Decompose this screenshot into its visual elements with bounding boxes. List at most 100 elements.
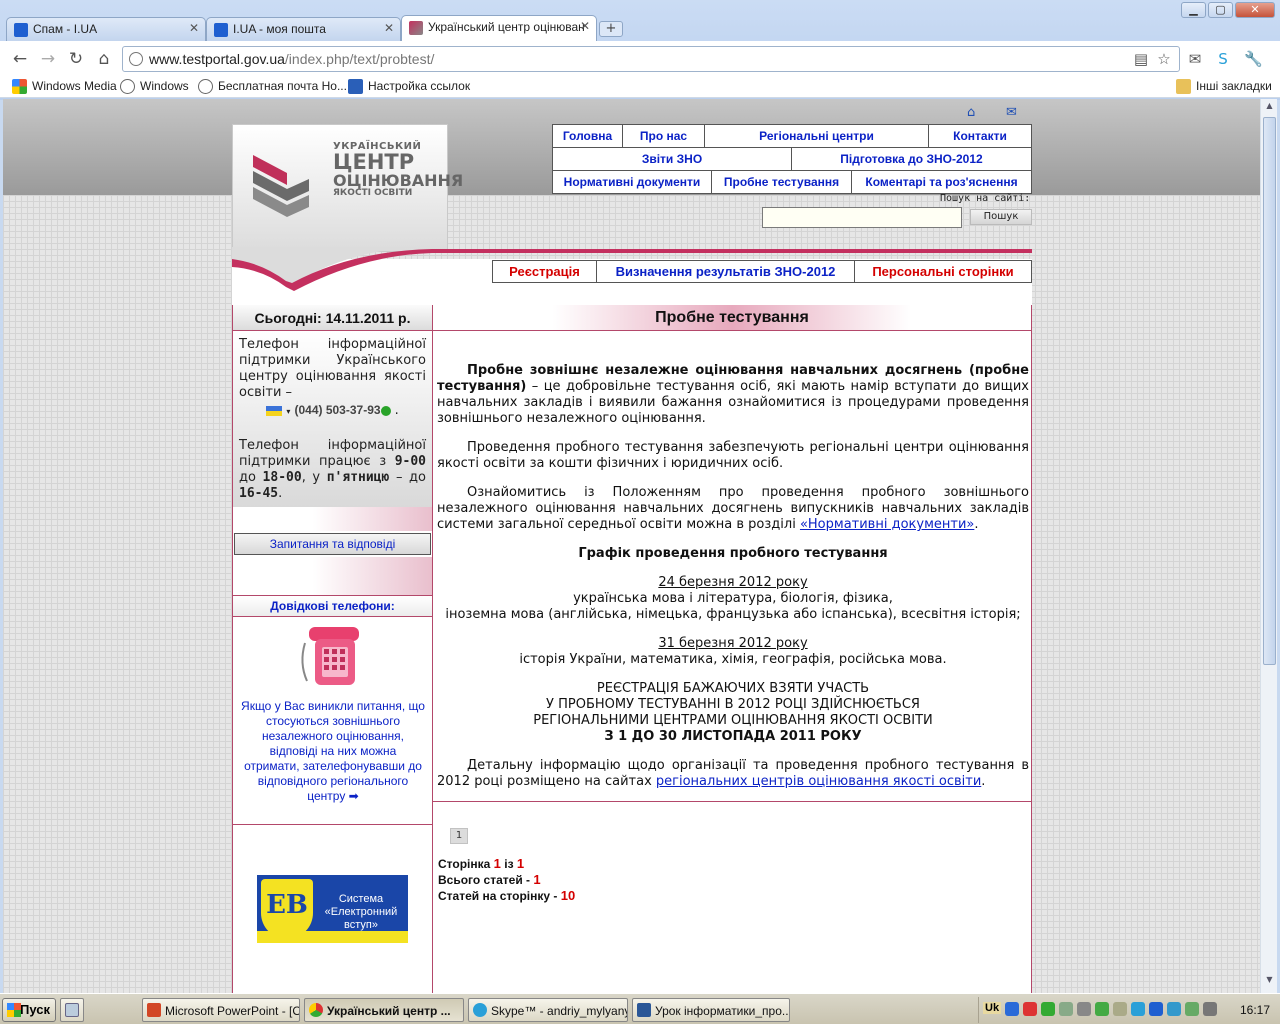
- language-indicator[interactable]: Uk: [983, 1002, 1002, 1014]
- logo-text: УКРАЇНСЬКИЙ ЦЕНТР ОЦІНЮВАННЯ ЯКОСТІ ОСВІ…: [333, 141, 464, 198]
- tab-mail[interactable]: I.UA - моя пошта ✕: [206, 17, 401, 41]
- tray-messenger-icon[interactable]: [1167, 1002, 1181, 1016]
- today-date: Сьогодні: 14.11.2011 р.: [233, 305, 432, 331]
- arrow-right-icon: ➡: [348, 789, 359, 803]
- tray-monitor-icon[interactable]: [1059, 1002, 1073, 1016]
- start-button[interactable]: Пуск: [2, 998, 56, 1022]
- nav-zno-reports[interactable]: Звіти ЗНО: [552, 147, 792, 171]
- page-action-icon[interactable]: ▤: [1132, 50, 1150, 68]
- vertical-scrollbar[interactable]: ▲ ▼: [1260, 99, 1277, 993]
- taskbar-skype[interactable]: Skype™ - andriy_mylyanyk: [468, 998, 628, 1022]
- phone-number[interactable]: (044) 503-37-93: [294, 403, 380, 417]
- mail-icon[interactable]: ✉: [1006, 105, 1017, 120]
- nav-contacts[interactable]: Контакти: [928, 124, 1032, 148]
- nav-zno-prep[interactable]: Підготовка до ЗНО-2012: [791, 147, 1032, 171]
- clock: 16:17: [1239, 1003, 1270, 1017]
- bookmark-windows-media[interactable]: Windows Media: [12, 79, 117, 94]
- close-tab-icon[interactable]: ✕: [384, 21, 394, 35]
- search-label: Пошук на сайті:: [940, 193, 1031, 204]
- support-hours: Телефон інформаційної підтримки працює з…: [239, 438, 426, 501]
- search-input[interactable]: [762, 207, 962, 228]
- main-content: Пробне тестування Пробне зовнішнє незале…: [433, 305, 1032, 993]
- article-paragraph: Ознайомитись із Положенням про проведенн…: [437, 485, 1029, 532]
- tray-pdf-icon[interactable]: [1023, 1002, 1037, 1016]
- wrench-menu-icon[interactable]: 🔧: [1244, 50, 1263, 68]
- scroll-up-icon[interactable]: ▲: [1263, 101, 1276, 115]
- gmail-checker-icon[interactable]: ✉: [1186, 50, 1204, 68]
- registration-notice: РЕЄСТРАЦІЯ БАЖАЮЧИХ ВЗЯТИ УЧАСТЬ У ПРОБН…: [533, 681, 933, 744]
- word-icon: [637, 1003, 651, 1017]
- bookmark-link-settings[interactable]: Настройка ссылок: [348, 79, 470, 94]
- close-tab-icon[interactable]: ✕: [580, 19, 590, 33]
- close-window-button[interactable]: ✕: [1235, 2, 1275, 18]
- tab-testportal[interactable]: Український центр оцінюван ✕: [401, 15, 597, 41]
- nav-trial-testing[interactable]: Пробне тестування: [711, 170, 852, 194]
- iua-favicon-icon: [214, 23, 228, 37]
- tray-iua-icon[interactable]: [1149, 1002, 1163, 1016]
- show-desktop-button[interactable]: [60, 998, 84, 1022]
- red-menu: Реєстрація Визначення результатів ЗНО-20…: [492, 260, 1032, 283]
- nav-normative-docs[interactable]: Нормативні документи: [552, 170, 712, 194]
- sidebar-separator: [233, 824, 432, 825]
- url-host: www.testportal.gov.ua: [149, 51, 285, 67]
- bookmark-windows[interactable]: Windows: [120, 79, 189, 94]
- home-icon[interactable]: ⌂: [967, 105, 975, 120]
- nav-about[interactable]: Про нас: [622, 124, 705, 148]
- scroll-thumb[interactable]: [1263, 117, 1276, 665]
- main-nav-row1: Головна Про нас Регіональні центри Конта…: [552, 124, 1032, 148]
- bookmark-star-icon[interactable]: ☆: [1155, 50, 1173, 68]
- tray-settings-icon[interactable]: [1077, 1002, 1091, 1016]
- tray-security-icon[interactable]: [1041, 1002, 1055, 1016]
- site-logo[interactable]: УКРАЇНСЬКИЙ ЦЕНТР ОЦІНЮВАННЯ ЯКОСТІ ОСВІ…: [232, 124, 464, 252]
- pagination-page[interactable]: 1: [450, 828, 468, 844]
- taskbar-chrome[interactable]: Український центр ...: [304, 998, 464, 1022]
- logo-emblem-icon: [253, 155, 309, 217]
- taskbar-word[interactable]: Урок інформатики_про...: [632, 998, 790, 1022]
- search-button[interactable]: Пошук: [970, 209, 1032, 225]
- nav-comments[interactable]: Коментарі та роз'яснення: [851, 170, 1032, 194]
- tray-usb-icon[interactable]: [1113, 1002, 1127, 1016]
- nav-zno-results[interactable]: Визначення результатів ЗНО-2012: [596, 260, 855, 283]
- left-sidebar: Сьогодні: 14.11.2011 р. Телефон інформац…: [232, 305, 433, 993]
- skype-call-icon[interactable]: [380, 405, 391, 416]
- other-bookmarks[interactable]: Інші закладки: [1176, 79, 1272, 94]
- schedule-title: Графік проведення пробного тестування: [578, 546, 888, 561]
- globe-icon: [129, 52, 143, 66]
- tray-network-icon[interactable]: [1005, 1002, 1019, 1016]
- sidebar-divider-band: [233, 557, 432, 595]
- reference-phones-text[interactable]: Якщо у Вас виникли питання, що стосуютьс…: [241, 699, 425, 804]
- browser-chrome: Спам - I.UA ✕ I.UA - моя пошта ✕ Українс…: [0, 0, 1280, 100]
- tray-vpn-icon[interactable]: [1185, 1002, 1199, 1016]
- chrome-icon: [309, 1003, 323, 1017]
- forward-icon[interactable]: →: [38, 49, 58, 69]
- nav-home[interactable]: Головна: [552, 124, 623, 148]
- tab-spam[interactable]: Спам - I.UA ✕: [6, 17, 206, 41]
- nav-regional-centers[interactable]: Регіональні центри: [704, 124, 929, 148]
- support-text: Телефон інформаційної підтримки Українсь…: [239, 337, 426, 400]
- bookmark-free-mail[interactable]: Бесплатная почта Но...: [198, 79, 347, 94]
- regional-centers-link[interactable]: регіональних центрів оцінювання якості о…: [656, 774, 981, 789]
- normative-docs-link[interactable]: «Нормативні документи»: [800, 517, 974, 532]
- close-tab-icon[interactable]: ✕: [189, 21, 199, 35]
- nav-registration[interactable]: Реєстрація: [492, 260, 597, 283]
- main-nav-row2: Звіти ЗНО Підготовка до ЗНО-2012: [552, 147, 1032, 171]
- scroll-down-icon[interactable]: ▼: [1263, 975, 1276, 989]
- faq-link[interactable]: Запитання та відповіді: [234, 533, 431, 555]
- maximize-button[interactable]: ▢: [1208, 2, 1233, 18]
- taskbar-powerpoint[interactable]: Microsoft PowerPoint - [O...: [142, 998, 300, 1022]
- new-tab-button[interactable]: +: [599, 21, 623, 37]
- tray-antivirus-icon[interactable]: [1095, 1002, 1109, 1016]
- back-icon[interactable]: ←: [10, 49, 30, 69]
- minimize-button[interactable]: ▁: [1181, 2, 1206, 18]
- home-icon[interactable]: ⌂: [94, 49, 114, 69]
- nav-personal-pages[interactable]: Персональні сторінки: [854, 260, 1032, 283]
- telephone-icon: [301, 627, 359, 685]
- site-container: УКРАЇНСЬКИЙ ЦЕНТР ОЦІНЮВАННЯ ЯКОСТІ ОСВІ…: [232, 99, 1032, 993]
- address-bar[interactable]: www.testportal.gov.ua/index.php/text/pro…: [122, 46, 1180, 72]
- skype-extension-icon[interactable]: S: [1214, 50, 1232, 68]
- bookmarks-bar: Windows Media Windows Бесплатная почта Н…: [0, 77, 1280, 98]
- tray-volume-icon[interactable]: [1203, 1002, 1217, 1016]
- electronic-admission-banner[interactable]: ЕВ Система «Електронний вступ»: [257, 875, 408, 943]
- reload-icon[interactable]: ↻: [66, 49, 86, 69]
- tray-skype-icon[interactable]: [1131, 1002, 1145, 1016]
